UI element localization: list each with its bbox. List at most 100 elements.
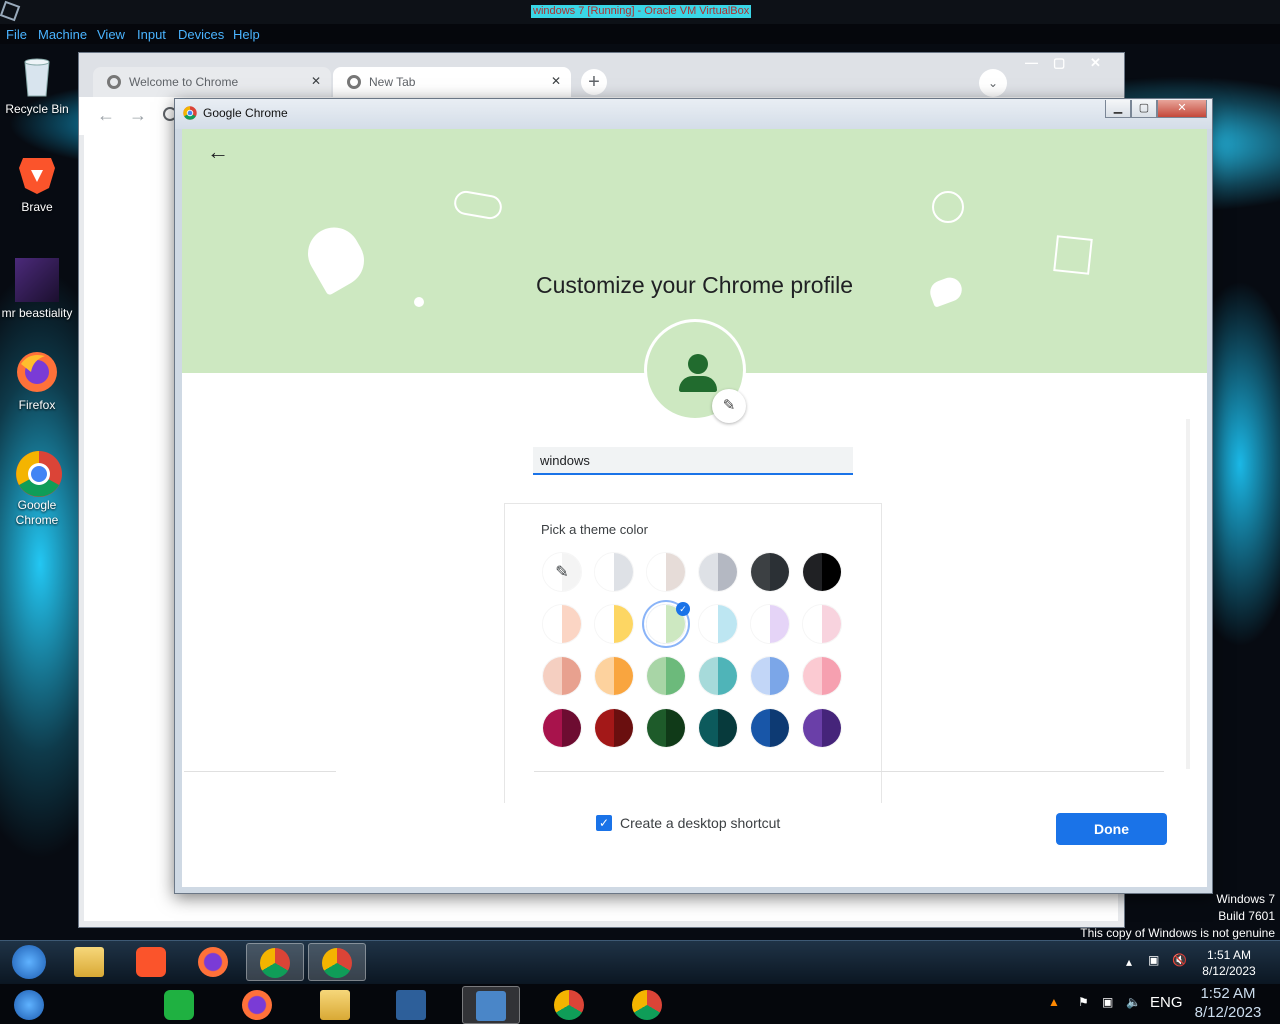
- chrome-favicon-icon: [347, 75, 361, 89]
- theme-color-swatch[interactable]: [802, 708, 842, 748]
- desktop-icon-google-chrome[interactable]: Google Chrome: [0, 450, 77, 528]
- theme-color-swatch[interactable]: [698, 656, 738, 696]
- theme-color-swatch[interactable]: [542, 656, 582, 696]
- taskbar-brave[interactable]: [122, 943, 180, 981]
- dialog-title: Google Chrome: [203, 106, 288, 120]
- theme-color-swatch[interactable]: [542, 708, 582, 748]
- tab-strip: Welcome to Chrome ✕ New Tab ✕ + ⌄ — ▢ ✕: [79, 53, 1124, 97]
- taskbar-firefox[interactable]: [184, 943, 242, 981]
- volume-icon[interactable]: 🔈: [1126, 995, 1141, 1009]
- new-tab-button[interactable]: +: [581, 69, 607, 95]
- menu-view[interactable]: View: [97, 27, 125, 42]
- language-indicator[interactable]: ENG: [1150, 994, 1183, 1011]
- taskbar-chrome[interactable]: [246, 943, 304, 981]
- decor-pill-shape: [452, 189, 504, 221]
- host-taskbar-chrome-profile[interactable]: [618, 986, 676, 1024]
- theme-color-swatch[interactable]: [646, 656, 686, 696]
- theme-color-swatch[interactable]: [646, 552, 686, 592]
- custom-color-swatch[interactable]: ✎: [542, 552, 582, 592]
- volume-muted-icon[interactable]: 🔇: [1172, 953, 1187, 967]
- notes-icon: [164, 989, 194, 1020]
- close-icon[interactable]: ✕: [1157, 100, 1207, 118]
- desktop-icon-mr-beastiality[interactable]: mr beastiality: [0, 258, 77, 320]
- back-icon[interactable]: ←: [97, 105, 115, 126]
- close-icon[interactable]: ✕: [1090, 55, 1101, 71]
- desktop-shortcut-checkbox[interactable]: ✓: [596, 815, 612, 831]
- tab-close-icon[interactable]: ✕: [311, 74, 321, 88]
- app-tray-icon[interactable]: ▲: [1048, 995, 1060, 1009]
- flag-icon[interactable]: ⚑: [1078, 995, 1089, 1009]
- taskbar-chrome[interactable]: [308, 943, 366, 981]
- theme-color-swatch[interactable]: [698, 552, 738, 592]
- theme-picker-label: Pick a theme color: [541, 522, 648, 537]
- minimize-icon[interactable]: ▁: [1105, 100, 1131, 118]
- edit-avatar-button[interactable]: ✎: [712, 389, 746, 423]
- host-clock[interactable]: 1:52 AM 8/12/2023: [1188, 984, 1268, 1022]
- person-icon: [688, 354, 708, 374]
- start-button[interactable]: [0, 943, 58, 981]
- menu-input[interactable]: Input: [137, 27, 166, 42]
- theme-color-swatch[interactable]: [646, 708, 686, 748]
- tab-welcome[interactable]: Welcome to Chrome ✕: [93, 67, 331, 97]
- theme-color-swatch[interactable]: [750, 708, 790, 748]
- theme-color-swatch[interactable]: [594, 552, 634, 592]
- desktop-icon-label: Firefox: [18, 398, 56, 412]
- done-button[interactable]: Done: [1056, 813, 1167, 845]
- menu-machine[interactable]: Machine: [38, 27, 87, 42]
- theme-color-swatch[interactable]: [750, 604, 790, 644]
- theme-color-swatch[interactable]: [802, 656, 842, 696]
- maximize-icon[interactable]: ▢: [1131, 100, 1157, 118]
- host-taskbar-explorer[interactable]: [306, 986, 364, 1024]
- host-taskbar-firefox[interactable]: [228, 986, 286, 1024]
- desktop-icon-firefox[interactable]: Firefox: [0, 350, 77, 412]
- theme-color-swatch[interactable]: [802, 604, 842, 644]
- tab-search-icon[interactable]: ⌄: [979, 69, 1007, 97]
- tab-label: Welcome to Chrome: [129, 75, 239, 89]
- firefox-icon: [198, 946, 228, 977]
- menu-help[interactable]: Help: [233, 27, 260, 42]
- watermark-line: Windows 7: [1216, 892, 1275, 906]
- host-start-button[interactable]: [0, 986, 58, 1024]
- decor-square-shape: [1053, 235, 1093, 275]
- desktop-icon-recycle-bin[interactable]: Recycle Bin: [0, 54, 77, 116]
- scrollbar[interactable]: [1186, 419, 1190, 769]
- theme-color-swatch[interactable]: [542, 604, 582, 644]
- clock-date: 8/12/2023: [1194, 1004, 1262, 1021]
- file-explorer-icon: [320, 989, 350, 1020]
- minimize-icon[interactable]: —: [1025, 55, 1038, 70]
- theme-color-swatch[interactable]: [698, 604, 738, 644]
- desktop-shortcut-label[interactable]: Create a desktop shortcut: [620, 815, 780, 831]
- desktop-icon-brave[interactable]: Brave: [0, 152, 77, 214]
- chrome-icon: [322, 947, 352, 978]
- tab-label: New Tab: [369, 75, 416, 89]
- profile-name-input[interactable]: [533, 447, 853, 475]
- theme-color-swatch[interactable]: [802, 552, 842, 592]
- menu-devices[interactable]: Devices: [178, 27, 224, 42]
- taskbar-explorer[interactable]: [60, 943, 118, 981]
- theme-color-swatch[interactable]: [750, 552, 790, 592]
- host-taskbar-chrome[interactable]: [540, 986, 598, 1024]
- back-button[interactable]: ←: [204, 139, 232, 167]
- maximize-icon[interactable]: ▢: [1053, 55, 1065, 71]
- dialog-title-bar: Google Chrome ▁ ▢ ✕: [175, 99, 1212, 129]
- theme-color-swatch[interactable]: [594, 604, 634, 644]
- recycle-bin-icon: [15, 54, 59, 98]
- divider: [184, 771, 336, 772]
- host-taskbar-notes[interactable]: [150, 986, 208, 1024]
- guest-clock[interactable]: 1:51 AM 8/12/2023: [1196, 947, 1262, 979]
- show-hidden-icons-icon[interactable]: ▴: [1126, 955, 1132, 969]
- theme-color-swatch[interactable]: [594, 656, 634, 696]
- theme-color-swatch[interactable]: [594, 708, 634, 748]
- host-taskbar-virtualbox[interactable]: [382, 986, 440, 1024]
- tab-new-tab[interactable]: New Tab ✕: [333, 67, 571, 97]
- chrome-icon: [183, 106, 197, 120]
- host-taskbar-vm[interactable]: [462, 986, 520, 1024]
- file-explorer-icon: [74, 946, 104, 977]
- theme-color-swatch[interactable]: [698, 708, 738, 748]
- network-icon[interactable]: ▣: [1102, 995, 1113, 1009]
- tab-close-icon[interactable]: ✕: [551, 74, 561, 88]
- network-icon[interactable]: ▣: [1148, 953, 1159, 967]
- menu-file[interactable]: File: [6, 27, 27, 42]
- forward-icon[interactable]: →: [129, 105, 147, 126]
- theme-color-swatch[interactable]: [750, 656, 790, 696]
